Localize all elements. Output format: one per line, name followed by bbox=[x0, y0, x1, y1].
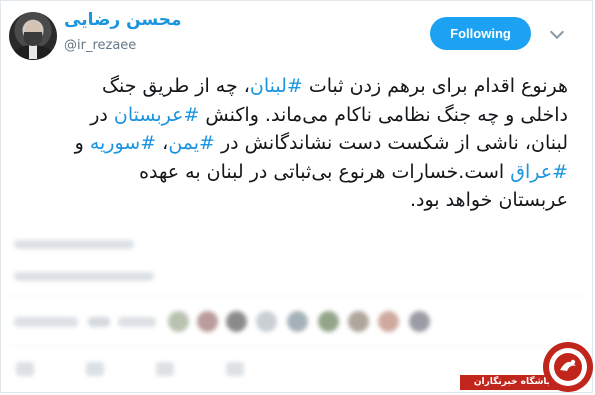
blurred-like-label bbox=[118, 317, 156, 327]
blurred-like-count bbox=[88, 317, 110, 327]
blurred-timestamp bbox=[14, 272, 154, 281]
tweet-text-segment: داخلی و چه جنگ نظامی ناکام می‌ماند. واکن… bbox=[199, 103, 568, 126]
tweet-text-segment: لبنان، ناشی از شکست دست نشاندگانش در bbox=[214, 132, 568, 154]
avatar-beard bbox=[24, 32, 42, 46]
tweet-text-segment: و bbox=[74, 132, 90, 154]
retweet-icon[interactable] bbox=[86, 362, 104, 376]
tweet-text-line: عربستان خواهد بود. bbox=[60, 186, 568, 215]
liker-avatar[interactable] bbox=[197, 311, 218, 332]
liker-avatar[interactable] bbox=[348, 311, 369, 332]
hashtag-link[interactable]: #یمن bbox=[168, 132, 215, 154]
liker-avatar[interactable] bbox=[409, 311, 430, 332]
liker-avatar[interactable] bbox=[226, 311, 247, 332]
divider bbox=[10, 345, 582, 346]
liker-avatar[interactable] bbox=[256, 311, 277, 332]
hashtag-link[interactable]: #لبنان bbox=[250, 75, 303, 97]
display-name[interactable]: محسن رضایی bbox=[64, 10, 181, 30]
tweet-text-segment: عربستان خواهد بود. bbox=[409, 189, 568, 211]
divider bbox=[10, 296, 582, 297]
user-handle[interactable]: @ir_rezaee bbox=[64, 38, 136, 53]
message-icon[interactable] bbox=[226, 362, 244, 376]
liker-avatar[interactable] bbox=[318, 311, 339, 332]
tweet-text-segment: ، چه از طریق جنگ bbox=[101, 75, 250, 97]
tweet-text-segment: هرنوع اقدام برای برهم زدن ثبات bbox=[302, 75, 568, 97]
avatar-shirt bbox=[29, 45, 37, 59]
liker-avatar[interactable] bbox=[168, 311, 189, 332]
tweet-text-segment: در bbox=[90, 103, 114, 126]
tweet-text: هرنوع اقدام برای برهم زدن ثبات #لبنان، چ… bbox=[60, 72, 568, 215]
reply-icon[interactable] bbox=[16, 362, 34, 376]
tweet-text-segment: است.خسارات هرنوع بی‌ثباتی در لبنان به عه… bbox=[139, 160, 511, 183]
hashtag-link[interactable]: #سوریه bbox=[90, 132, 156, 154]
hashtag-link[interactable]: #عراق bbox=[510, 161, 568, 183]
like-icon[interactable] bbox=[156, 362, 174, 376]
tweet-text-line: هرنوع اقدام برای برهم زدن ثبات #لبنان، چ… bbox=[60, 72, 568, 101]
blurred-retweet-count bbox=[14, 317, 78, 327]
liker-avatar[interactable] bbox=[378, 311, 399, 332]
tweet-text-segment: ، bbox=[156, 132, 169, 154]
tweet-text-line: لبنان، ناشی از شکست دست نشاندگانش در #یم… bbox=[60, 129, 568, 158]
tweet-text-line: داخلی و چه جنگ نظامی ناکام می‌ماند. واکن… bbox=[60, 101, 568, 130]
hashtag-link[interactable]: #عربستان bbox=[114, 104, 199, 126]
seal-icon bbox=[543, 342, 593, 392]
following-button[interactable]: Following bbox=[430, 17, 531, 50]
liker-avatar[interactable] bbox=[287, 311, 308, 332]
avatar[interactable] bbox=[9, 12, 57, 60]
tweet-text-line: #عراق است.خسارات هرنوع بی‌ثباتی در لبنان… bbox=[60, 158, 568, 187]
blurred-source-line bbox=[14, 240, 134, 249]
